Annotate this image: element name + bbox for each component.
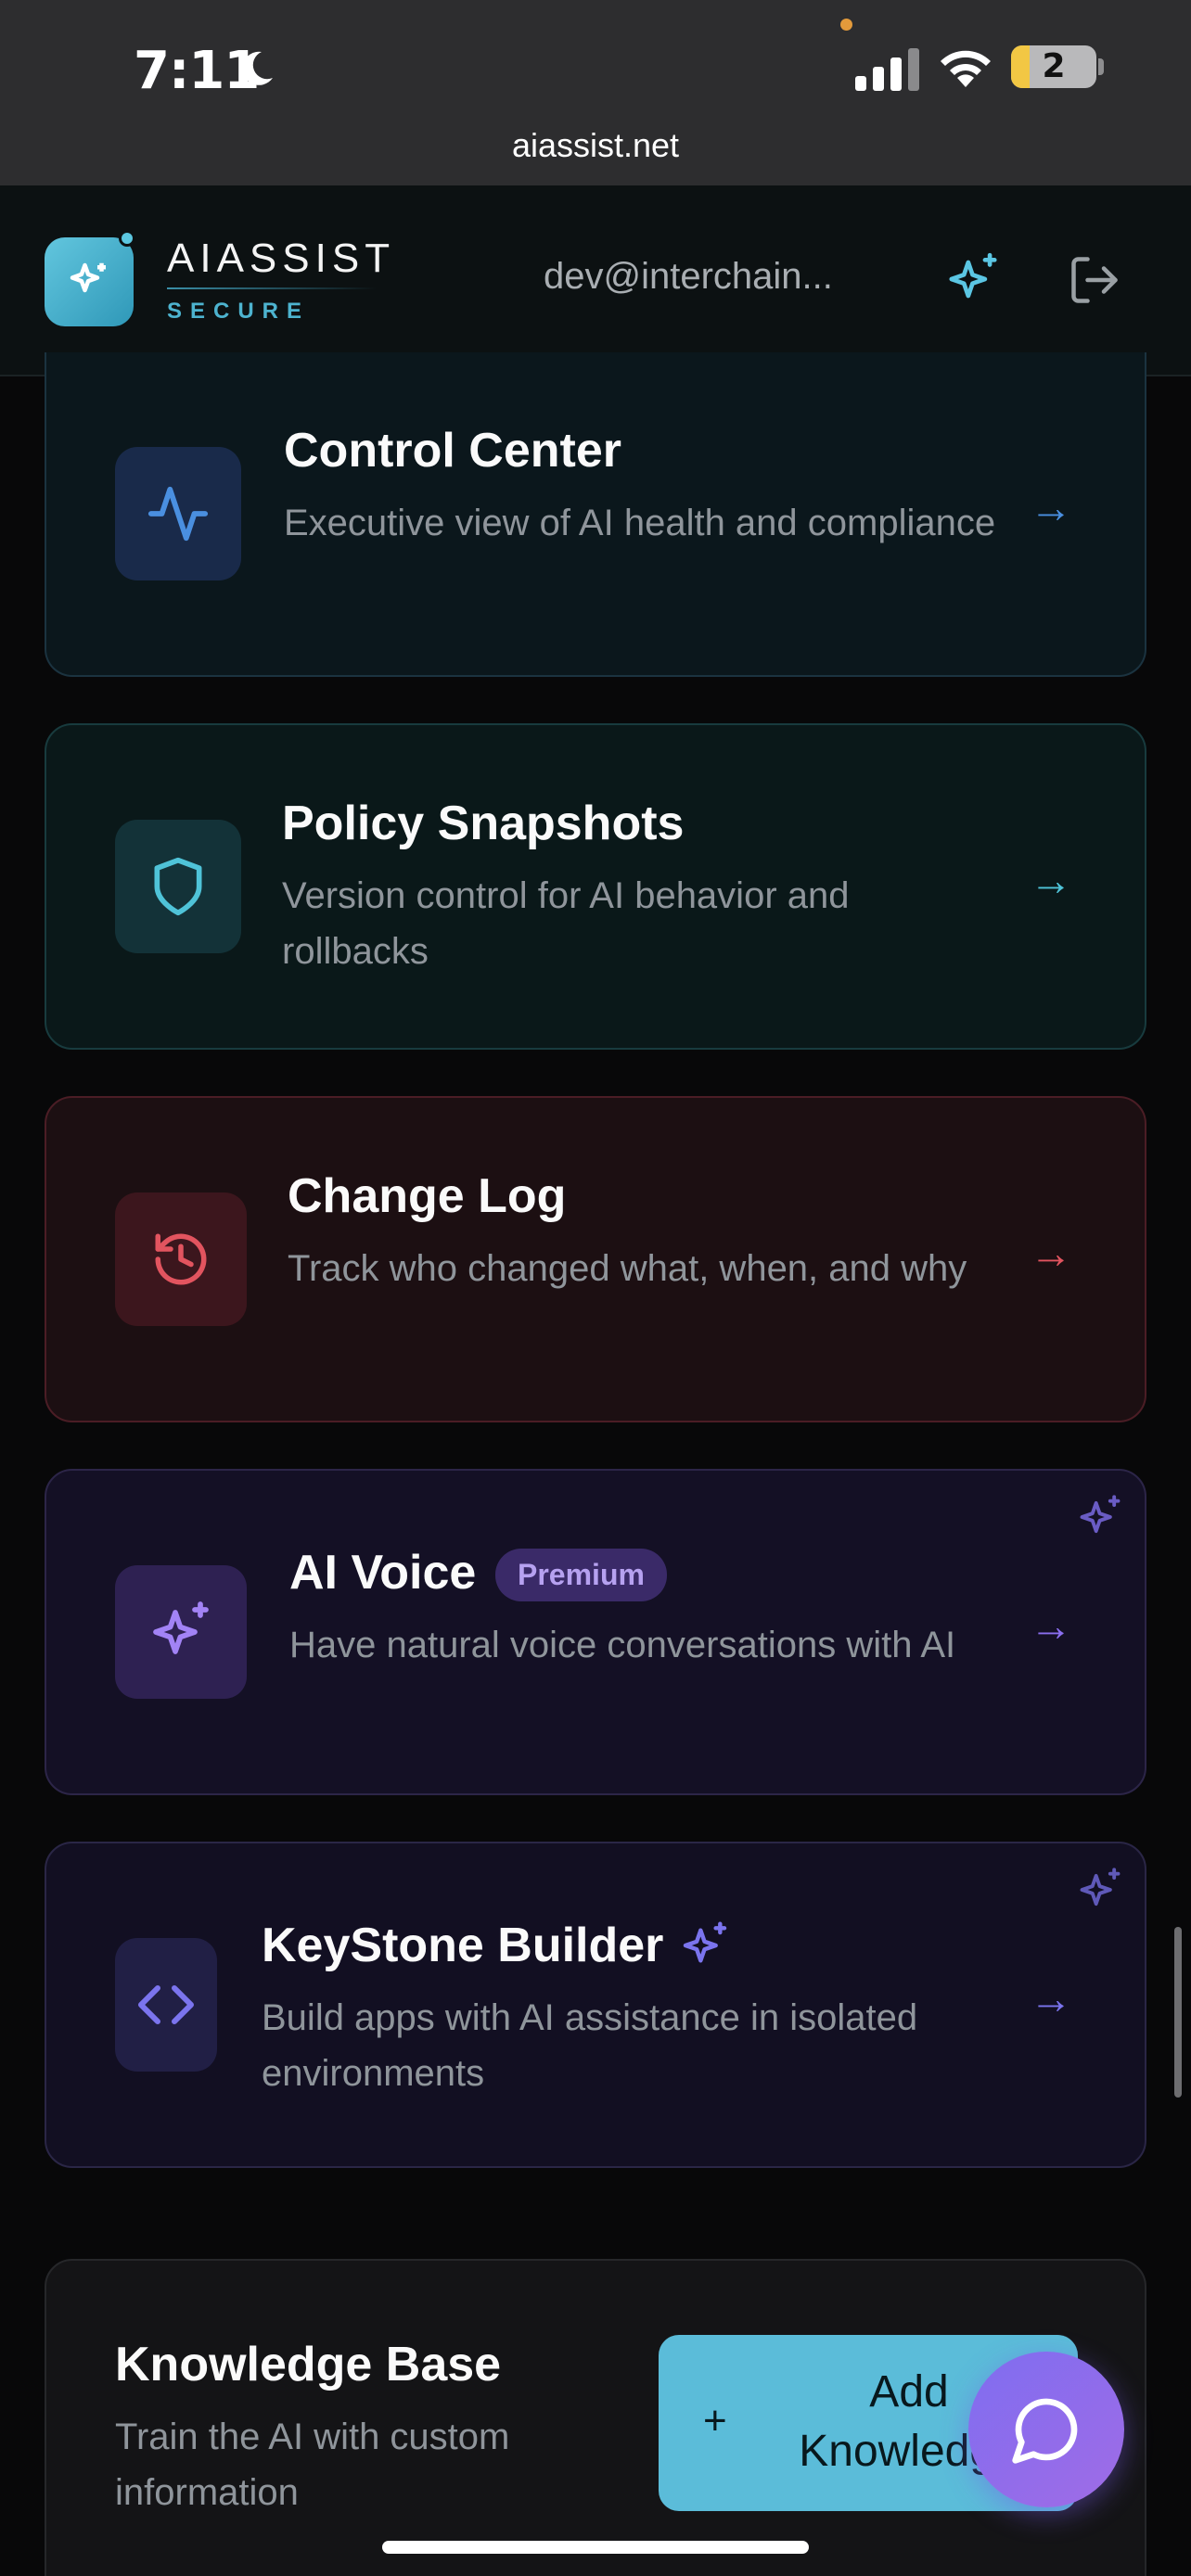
home-indicator[interactable] bbox=[382, 2541, 809, 2554]
sparkles-icon bbox=[1080, 1868, 1121, 1906]
privacy-indicator-dot bbox=[840, 19, 852, 31]
logo-status-dot bbox=[119, 230, 135, 247]
arrow-right-icon: → bbox=[1030, 1974, 1072, 2022]
activity-icon bbox=[147, 486, 209, 542]
sparkles-icon bbox=[1080, 1495, 1121, 1534]
card-icon-box bbox=[115, 1565, 247, 1699]
sparkles-icon bbox=[70, 262, 106, 293]
battery-level: 2 bbox=[1042, 47, 1066, 85]
card-title: Change Log bbox=[288, 1169, 567, 1223]
app-logo[interactable] bbox=[45, 237, 134, 326]
moon-icon bbox=[234, 46, 278, 96]
card-icon-box bbox=[115, 1192, 247, 1326]
card-title: AI Voice bbox=[289, 1546, 477, 1600]
card-icon-box bbox=[115, 820, 241, 953]
arrow-right-icon: → bbox=[1030, 856, 1072, 904]
card-change-log[interactable]: Change Log Track who changed what, when,… bbox=[45, 1096, 1146, 1422]
battery-indicator: 2 bbox=[1011, 45, 1096, 88]
card-title: KeyStone Builder bbox=[262, 1919, 664, 1972]
card-icon-box bbox=[115, 447, 241, 580]
cellular-signal-icon bbox=[855, 48, 919, 91]
arrow-right-icon: → bbox=[1030, 1229, 1072, 1277]
wifi-icon bbox=[937, 45, 994, 94]
brand-divider bbox=[167, 287, 377, 289]
card-description: Executive view of AI health and complian… bbox=[284, 503, 996, 543]
user-email[interactable]: dev@interchain... bbox=[544, 256, 833, 298]
sparkles-icon bbox=[683, 1921, 727, 1963]
arrow-right-icon: → bbox=[1030, 483, 1072, 531]
chat-bubble-icon bbox=[1012, 2398, 1078, 2464]
card-description: Have natural voice conversations with AI bbox=[289, 1625, 956, 1665]
card-control-center[interactable]: Control Center Executive view of AI heal… bbox=[45, 352, 1146, 677]
browser-url[interactable]: aiassist.net bbox=[0, 126, 1191, 165]
brand-name: AIASSIST bbox=[167, 236, 396, 281]
card-policy-snapshots[interactable]: Policy Snapshots Version control for AI … bbox=[45, 723, 1146, 1050]
premium-badge: Premium bbox=[495, 1549, 667, 1601]
app-header: AIASSIST SECURE dev@interchain... bbox=[0, 185, 1191, 376]
scrollbar[interactable] bbox=[1174, 1927, 1182, 2098]
knowledge-base-title: Knowledge Base bbox=[115, 2338, 502, 2391]
card-icon-box bbox=[115, 1938, 217, 2072]
card-title: Control Center bbox=[284, 424, 621, 478]
card-ai-voice[interactable]: AI Voice Premium Have natural voice conv… bbox=[45, 1469, 1146, 1795]
sparkles-icon bbox=[153, 1601, 209, 1654]
plus-icon: + bbox=[703, 2398, 727, 2443]
status-bar: 7:11 2 aiassist.net bbox=[0, 0, 1191, 185]
battery-tip bbox=[1098, 58, 1104, 75]
history-icon bbox=[155, 1233, 207, 1285]
chat-button[interactable] bbox=[968, 2352, 1124, 2507]
logout-icon bbox=[1071, 257, 1118, 303]
ai-sparkles-button[interactable] bbox=[944, 250, 1002, 312]
card-description: Build apps with AI assistance in isolate… bbox=[262, 1997, 918, 2094]
card-description: Version control for AI behavior and roll… bbox=[282, 875, 850, 972]
brand-subtitle: SECURE bbox=[167, 299, 311, 324]
arrow-right-icon: → bbox=[1030, 1601, 1072, 1650]
card-description: Track who changed what, when, and why bbox=[288, 1248, 967, 1289]
card-keystone-builder[interactable]: KeyStone Builder Build apps with AI assi… bbox=[45, 1842, 1146, 2168]
shield-icon bbox=[154, 857, 202, 916]
logout-button[interactable] bbox=[1067, 252, 1122, 312]
code-icon bbox=[138, 1985, 194, 2024]
sparkles-icon bbox=[949, 252, 997, 299]
knowledge-base-description: Train the AI with custom information bbox=[115, 2417, 510, 2513]
card-title: Policy Snapshots bbox=[282, 797, 685, 850]
